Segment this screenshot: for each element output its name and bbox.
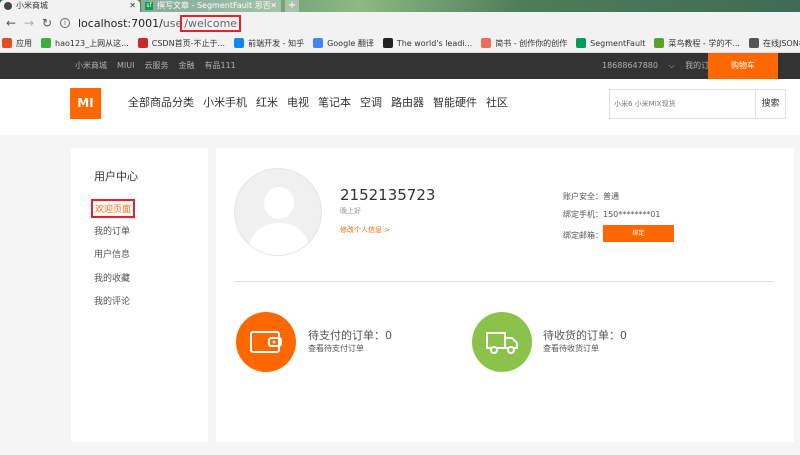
bookmark-item[interactable]: SegmentFault [576, 38, 645, 48]
user-phone[interactable]: 18688647880 [602, 61, 658, 70]
avatar-head [264, 187, 294, 219]
avatar-body [249, 223, 309, 255]
bookmark-item[interactable]: 在线JSON校验格式... [748, 38, 800, 49]
close-tab-icon[interactable]: ✕ [129, 0, 136, 12]
new-tab-button[interactable]: + [285, 0, 299, 12]
bookmarks-bar: 应用 hao123_上网从这... CSDN首页-不止于... 前端开发 - 知乎 Go… [0, 34, 800, 53]
main-nav: 全部商品分类 小米手机 红米 电视 笔记本 空调 路由器 智能硬件 社区 [128, 79, 517, 127]
welcome-panel: 2152135723 晚上好 修改个人信息 > 账户安全：普通 绑定手机：150… [216, 148, 794, 442]
hao123-icon [41, 38, 51, 48]
top-links: 小米商城 MIUI 云服务 金融 有品111 [75, 53, 246, 79]
sidebar-item-welcome[interactable]: 欢迎页面 [91, 199, 136, 218]
bookmark-item[interactable]: The world's leadi... [382, 38, 473, 48]
nav-item[interactable]: 路由器 [391, 96, 424, 109]
json-icon [748, 38, 759, 48]
url-path-highlight: /welcome [180, 14, 242, 32]
bookmark-label: 在线JSON校验格式... [762, 38, 800, 48]
sidebar-item-orders[interactable]: 我的订单 [94, 224, 130, 237]
chevron-down-icon[interactable]: ⌵ [669, 61, 675, 70]
account-security: 账户安全：普通 [563, 192, 619, 201]
search-input[interactable]: 小米6 小米MIX现货 [609, 89, 756, 119]
sidebar-item-comments[interactable]: 我的评论 [94, 294, 130, 307]
bound-phone: 绑定手机：150********01 [563, 210, 661, 219]
user-center-sidebar: 用户中心 欢迎页面 我的订单 用户信息 我的收藏 我的评论 [71, 148, 208, 442]
bookmark-item[interactable]: 菜鸟教程 - 学的不... [654, 38, 740, 49]
nav-item[interactable]: 小米手机 [203, 96, 247, 109]
address-bar: ← → ↻ i localhost:7001/ use /welcome [0, 12, 800, 34]
url-host: localhost:7001/ [78, 16, 163, 30]
csdn-icon [137, 38, 148, 48]
bookmark-item[interactable]: 简书 - 创作你的创作 [481, 38, 567, 49]
avatar[interactable] [234, 168, 322, 256]
bookmark-item[interactable]: 前端开发 - 知乎 [234, 38, 304, 49]
forward-icon[interactable]: → [20, 16, 38, 30]
unreceived-orders-title: 待收货的订单：0 [543, 329, 627, 342]
nav-item[interactable]: 电视 [287, 96, 309, 109]
bookmark-label: hao123_上网从这... [55, 38, 129, 48]
sidebar-title: 用户中心 [94, 170, 138, 183]
bind-email-button[interactable]: 绑定 [603, 225, 674, 242]
tab-title: 小米商城 [16, 1, 48, 10]
tab-title: 撰写文章 - SegmentFault 思否 [157, 1, 271, 10]
cart-button[interactable]: 购物车 [708, 53, 778, 79]
segmentfault-tab-icon: sf [145, 2, 153, 10]
greeting: 晚上好 [340, 207, 361, 215]
nav-item[interactable]: 全部商品分类 [128, 96, 194, 109]
url-field[interactable]: i localhost:7001/ use /welcome [60, 14, 242, 32]
nav-item[interactable]: 社区 [486, 96, 508, 109]
wallet-icon[interactable] [236, 312, 296, 372]
user-info: 18688647880 ⌵ 我的订单 [602, 53, 725, 79]
bookmark-label: The world's leadi... [396, 38, 473, 48]
bookmark-label: 前端开发 - 知乎 [248, 38, 305, 48]
zhihu-icon [234, 38, 245, 48]
bookmark-label: 简书 - 创作你的创作 [495, 38, 568, 48]
nav-item[interactable]: 笔记本 [318, 96, 351, 109]
top-link[interactable]: 小米商城 [75, 61, 107, 70]
top-link[interactable]: MIUI [117, 61, 134, 70]
edit-profile-link[interactable]: 修改个人信息 > [340, 225, 390, 235]
mi-logo[interactable]: MI [70, 88, 101, 119]
unpaid-orders-title: 待支付的订单：0 [308, 329, 392, 342]
github-icon [382, 38, 393, 48]
bookmark-item[interactable]: hao123_上网从这... [41, 38, 129, 49]
tab-segmentfault[interactable]: sf 撰写文章 - SegmentFault 思否 ✕ [141, 0, 281, 12]
info-icon[interactable]: i [60, 18, 70, 28]
top-link[interactable]: 云服务 [144, 61, 168, 70]
sidebar-item-userinfo[interactable]: 用户信息 [94, 247, 130, 260]
truck-icon[interactable] [472, 312, 532, 372]
bookmark-label: SegmentFault [590, 38, 646, 48]
search-button[interactable]: 搜索 [756, 89, 786, 119]
nav-item[interactable]: 智能硬件 [433, 96, 477, 109]
xiaomi-tab-icon [4, 2, 12, 10]
site-top-bar: 小米商城 MIUI 云服务 金融 有品111 18688647880 ⌵ 我的订单 购物… [0, 53, 800, 79]
view-unreceived-link[interactable]: 查看待收货订单 [543, 343, 599, 354]
bookmark-item[interactable]: CSDN首页-不止于... [137, 38, 226, 49]
bookmark-label: 菜鸟教程 - 学的不... [668, 38, 740, 48]
segmentfault-icon [576, 38, 587, 48]
google-icon [313, 38, 324, 48]
jianshu-icon [481, 38, 492, 48]
bound-email-label: 绑定邮箱： [563, 231, 603, 240]
bookmark-item[interactable]: 应用 [2, 38, 32, 49]
nav-item[interactable]: 红米 [256, 96, 278, 109]
top-link[interactable]: 金融 [178, 61, 194, 70]
bookmark-label: 应用 [16, 38, 32, 48]
reload-icon[interactable]: ↻ [38, 16, 56, 30]
bookmark-item[interactable]: Google 翻译 [313, 38, 374, 49]
username: 2152135723 [340, 186, 436, 204]
nav-item[interactable]: 空调 [360, 96, 382, 109]
sidebar-item-favorites[interactable]: 我的收藏 [94, 271, 130, 284]
close-tab-icon[interactable]: ✕ [270, 0, 277, 12]
back-icon[interactable]: ← [2, 16, 20, 30]
browser-tab-bar: 小米商城 ✕ sf 撰写文章 - SegmentFault 思否 ✕ + [0, 0, 800, 12]
tab-xiaomi[interactable]: 小米商城 ✕ [0, 0, 140, 12]
view-unpaid-link[interactable]: 查看待支付订单 [308, 343, 364, 354]
divider [234, 281, 774, 282]
site-header: MI 全部商品分类 小米手机 红米 电视 笔记本 空调 路由器 智能硬件 社区 小米6 小米MI… [0, 79, 800, 135]
top-link[interactable]: 有品111 [204, 61, 235, 70]
apps-icon [2, 38, 12, 48]
runoob-icon [654, 38, 665, 48]
bookmark-label: CSDN首页-不止于... [151, 38, 226, 48]
bookmark-label: Google 翻译 [327, 38, 374, 48]
